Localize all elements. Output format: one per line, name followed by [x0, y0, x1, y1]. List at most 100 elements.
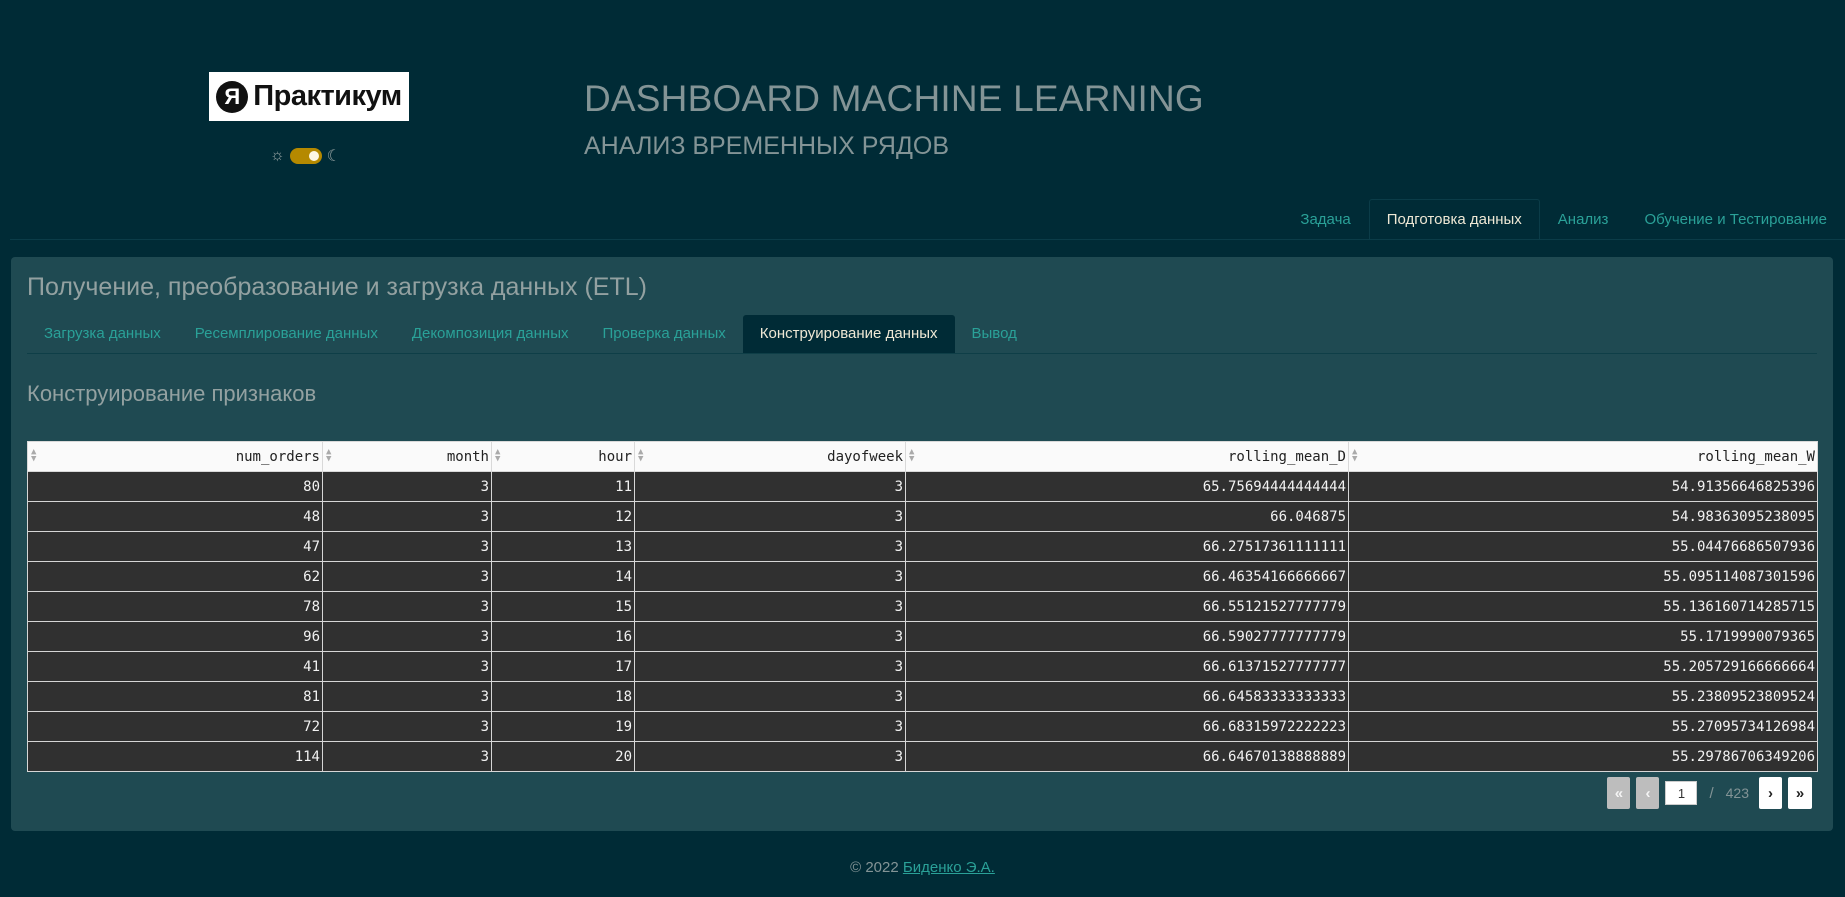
table-row: 41 3 17 3 66.61371527777777 55.20572916666666… — [27, 651, 1818, 682]
table-cell[interactable]: 80 — [27, 471, 323, 502]
table-cell[interactable]: 3 — [634, 651, 906, 682]
table-row: 62 3 14 3 66.46354166666667 55.09511408730159… — [27, 561, 1818, 592]
table-cell[interactable]: 3 — [322, 681, 492, 712]
tab-task[interactable]: Задача — [1282, 199, 1368, 239]
table-cell[interactable]: 41 — [27, 651, 323, 682]
tabs-divider — [27, 353, 1817, 354]
table-cell[interactable]: 78 — [27, 591, 323, 622]
tab-training-testing[interactable]: Обучение и Тестирование — [1626, 199, 1845, 239]
column-header[interactable]: ▲ ▼ month — [322, 441, 492, 472]
table-cell[interactable]: 3 — [322, 561, 492, 592]
logo-text: Практикум — [253, 80, 402, 112]
table-cell[interactable]: 12 — [491, 501, 635, 532]
prev-page-button[interactable]: ‹ — [1636, 777, 1660, 809]
table-cell[interactable]: 65.75694444444444 — [905, 471, 1349, 502]
table-cell[interactable]: 18 — [491, 681, 635, 712]
table-cell[interactable]: 54.98363095238095 — [1348, 501, 1818, 532]
sort-icon[interactable]: ▲ ▼ — [326, 448, 331, 464]
table-cell[interactable]: 3 — [322, 711, 492, 742]
sort-icon[interactable]: ▲ ▼ — [638, 448, 643, 464]
theme-switch[interactable] — [289, 148, 322, 164]
page-number-input[interactable] — [1665, 781, 1698, 805]
table-cell[interactable]: 3 — [634, 471, 906, 502]
tab-resampling[interactable]: Ресемплирование данных — [178, 315, 395, 353]
header: Я Практикум ☼ ☾ DASHBOARD MACHINE LEARNI… — [0, 0, 1845, 200]
table-cell[interactable]: 16 — [491, 621, 635, 652]
table-cell[interactable]: 54.91356646825396 — [1348, 471, 1818, 502]
table-cell[interactable]: 55.29786706349206 — [1348, 741, 1818, 772]
table-cell[interactable]: 3 — [634, 591, 906, 622]
table-cell[interactable]: 62 — [27, 561, 323, 592]
tab-conclusion[interactable]: Вывод — [955, 315, 1034, 353]
table-cell[interactable]: 48 — [27, 501, 323, 532]
table-cell[interactable]: 17 — [491, 651, 635, 682]
table-cell[interactable]: 3 — [634, 561, 906, 592]
table-cell[interactable]: 3 — [634, 621, 906, 652]
tab-data-preparation[interactable]: Подготовка данных — [1368, 199, 1540, 239]
author-link[interactable]: Биденко Э.А. — [903, 859, 995, 876]
tab-data-loading[interactable]: Загрузка данных — [27, 315, 178, 353]
page-total: 423 — [1725, 785, 1749, 801]
table-cell[interactable]: 55.1719990079365 — [1348, 621, 1818, 652]
table-cell[interactable]: 55.095114087301596 — [1348, 561, 1818, 592]
table-cell[interactable]: 81 — [27, 681, 323, 712]
column-header[interactable]: ▲ ▼ rolling_mean_W — [1348, 441, 1818, 472]
sort-icon[interactable]: ▲ ▼ — [909, 448, 914, 464]
table-cell[interactable]: 66.27517361111111 — [905, 531, 1349, 562]
pagination: « ‹ / 423 › » — [1607, 777, 1812, 809]
column-header[interactable]: ▲ ▼ rolling_mean_D — [905, 441, 1349, 472]
table-cell[interactable]: 3 — [322, 621, 492, 652]
sort-icon[interactable]: ▲ ▼ — [31, 448, 36, 464]
table-cell[interactable]: 66.59027777777779 — [905, 621, 1349, 652]
table-cell[interactable]: 66.64670138888889 — [905, 741, 1349, 772]
table-cell[interactable]: 3 — [634, 681, 906, 712]
table-cell[interactable]: 3 — [634, 501, 906, 532]
table-cell[interactable]: 66.55121527777779 — [905, 591, 1349, 622]
table-cell[interactable]: 19 — [491, 711, 635, 742]
sort-icon[interactable]: ▲ ▼ — [495, 448, 500, 464]
tab-analysis[interactable]: Анализ — [1540, 199, 1627, 239]
table-cell[interactable]: 66.68315972222223 — [905, 711, 1349, 742]
tab-feature-construction[interactable]: Конструирование данных — [742, 315, 955, 353]
table-cell[interactable]: 55.23809523809524 — [1348, 681, 1818, 712]
last-page-button[interactable]: » — [1788, 777, 1812, 809]
next-page-button[interactable]: › — [1759, 777, 1782, 809]
first-page-button[interactable]: « — [1607, 777, 1631, 809]
tab-decomposition[interactable]: Декомпозиция данных — [395, 315, 586, 353]
theme-toggle[interactable]: ☼ ☾ — [270, 146, 341, 166]
table-cell[interactable]: 55.136160714285715 — [1348, 591, 1818, 622]
tab-data-check[interactable]: Проверка данных — [585, 315, 742, 353]
column-header[interactable]: ▲ ▼ num_orders — [27, 441, 323, 472]
table-cell[interactable]: 13 — [491, 531, 635, 562]
table-cell[interactable]: 3 — [322, 471, 492, 502]
table-cell[interactable]: 66.46354166666667 — [905, 561, 1349, 592]
table-cell[interactable]: 15 — [491, 591, 635, 622]
table-cell[interactable]: 3 — [322, 651, 492, 682]
etl-card: Получение, преобразование и загрузка дан… — [11, 257, 1833, 831]
table-cell[interactable]: 11 — [491, 471, 635, 502]
table-cell[interactable]: 55.04476686507936 — [1348, 531, 1818, 562]
table-cell[interactable]: 96 — [27, 621, 323, 652]
table-cell[interactable]: 55.205729166666664 — [1348, 651, 1818, 682]
switch-knob — [308, 151, 319, 161]
table-cell[interactable]: 55.27095734126984 — [1348, 711, 1818, 742]
column-header[interactable]: ▲ ▼ hour — [491, 441, 635, 472]
table-cell[interactable]: 14 — [491, 561, 635, 592]
table-cell[interactable]: 3 — [322, 531, 492, 562]
table-cell[interactable]: 72 — [27, 711, 323, 742]
sort-icon[interactable]: ▲ ▼ — [1352, 448, 1357, 464]
table-cell[interactable]: 3 — [634, 531, 906, 562]
table-cell[interactable]: 3 — [634, 741, 906, 772]
table-cell[interactable]: 66.64583333333333 — [905, 681, 1349, 712]
table-cell[interactable]: 47 — [27, 531, 323, 562]
column-header[interactable]: ▲ ▼ dayofweek — [634, 441, 906, 472]
table-cell[interactable]: 3 — [322, 501, 492, 532]
table-row: 47 3 13 3 66.27517361111111 55.04476686507936 — [27, 531, 1818, 562]
table-cell[interactable]: 66.61371527777777 — [905, 651, 1349, 682]
table-cell[interactable]: 3 — [634, 711, 906, 742]
table-cell[interactable]: 66.046875 — [905, 501, 1349, 532]
table-cell[interactable]: 3 — [322, 591, 492, 622]
table-cell[interactable]: 20 — [491, 741, 635, 772]
table-cell[interactable]: 3 — [322, 741, 492, 772]
table-cell[interactable]: 114 — [27, 741, 323, 772]
